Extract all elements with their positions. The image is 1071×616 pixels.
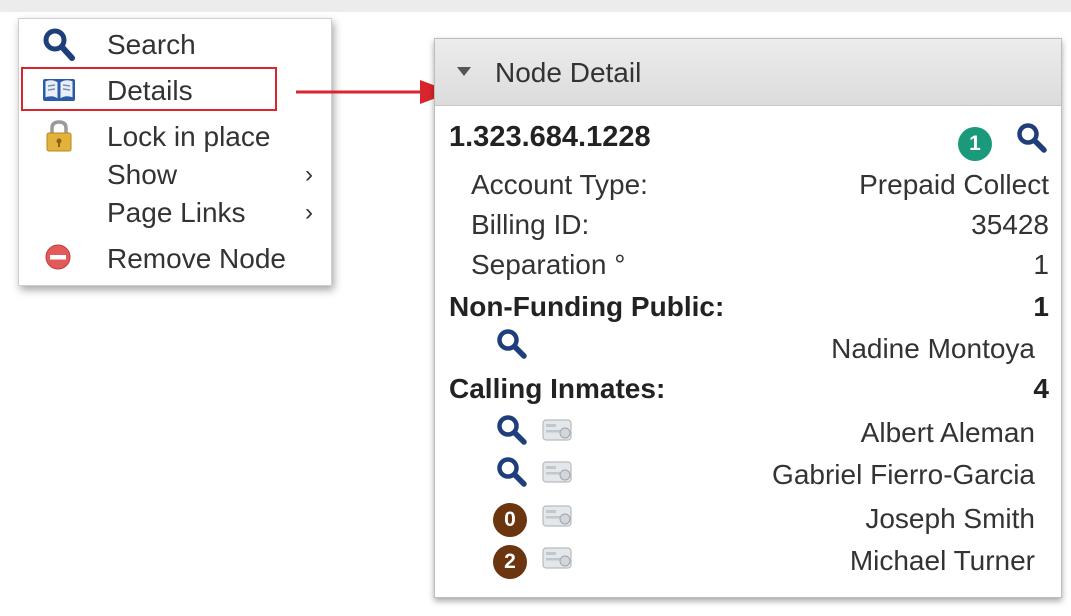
- count-badge[interactable]: 1: [958, 127, 992, 161]
- chevron-right-icon: ›: [305, 161, 313, 188]
- caret-down-icon[interactable]: [457, 67, 471, 76]
- panel-title: Node Detail: [495, 57, 642, 88]
- search-icon[interactable]: [495, 455, 529, 489]
- menu-item-label: Remove Node: [107, 243, 286, 274]
- field-value: Prepaid Collect: [859, 169, 1049, 200]
- section-count: 4: [1033, 373, 1049, 404]
- field-billing-id: Billing ID: 35428: [435, 205, 1061, 245]
- person-name[interactable]: Nadine Montoya: [831, 333, 1035, 365]
- field-account-type: Account Type: Prepaid Collect: [435, 165, 1061, 205]
- section-label: Calling Inmates:: [449, 373, 666, 404]
- search-icon[interactable]: [495, 327, 529, 361]
- context-menu: Search Details Lock in place Show › Page…: [18, 18, 332, 286]
- field-value: 35428: [971, 209, 1049, 240]
- count-badge[interactable]: 2: [493, 545, 527, 579]
- menu-item-label: Page Links: [107, 197, 246, 228]
- menu-item-label: Show: [107, 159, 178, 190]
- person-name[interactable]: Michael Turner: [850, 545, 1035, 577]
- search-icon[interactable]: [1015, 121, 1049, 155]
- person-name[interactable]: Gabriel Fierro-Garcia: [772, 459, 1035, 491]
- menu-item-label: Search: [107, 29, 196, 60]
- section-count: 1: [1033, 291, 1049, 322]
- id-card-icon[interactable]: [541, 455, 575, 489]
- menu-item-show[interactable]: Show ›: [19, 155, 331, 195]
- id-card-icon[interactable]: [541, 541, 575, 575]
- menu-item-page-links[interactable]: Page Links ›: [19, 193, 331, 233]
- details-highlight: [21, 67, 277, 111]
- person-name[interactable]: Joseph Smith: [865, 503, 1035, 535]
- field-label: Billing ID:: [471, 209, 590, 240]
- search-icon: [43, 28, 75, 61]
- section-calling-inmates: Calling Inmates: 4: [435, 369, 1061, 409]
- person-name[interactable]: Albert Aleman: [861, 417, 1035, 449]
- search-icon[interactable]: [495, 413, 529, 447]
- count-badge[interactable]: 0: [493, 503, 527, 537]
- menu-item-remove-node[interactable]: Remove Node: [19, 239, 331, 279]
- field-label: Account Type:: [471, 169, 648, 200]
- panel-header[interactable]: Node Detail: [435, 39, 1061, 106]
- menu-item-label: Lock in place: [107, 121, 271, 152]
- menu-item-lock-in-place[interactable]: Lock in place: [19, 117, 331, 157]
- chevron-right-icon: ›: [305, 199, 313, 226]
- section-non-funding-public: Non-Funding Public: 1: [435, 287, 1061, 327]
- section-label: Non-Funding Public:: [449, 291, 725, 322]
- top-strip: [0, 0, 1071, 12]
- field-value: 1: [1033, 249, 1049, 280]
- field-label: Separation °: [471, 249, 626, 280]
- pointer-arrow: [296, 80, 452, 104]
- lock-icon: [46, 120, 72, 152]
- id-card-icon[interactable]: [541, 499, 575, 533]
- remove-icon: [45, 244, 71, 270]
- id-card-icon[interactable]: [541, 413, 575, 447]
- phone-number: 1.323.684.1228: [449, 121, 651, 153]
- field-separation: Separation ° 1: [435, 245, 1061, 285]
- menu-item-search[interactable]: Search: [19, 25, 331, 65]
- node-detail-panel: Node Detail 1.323.684.1228 1 Account Typ…: [434, 38, 1062, 598]
